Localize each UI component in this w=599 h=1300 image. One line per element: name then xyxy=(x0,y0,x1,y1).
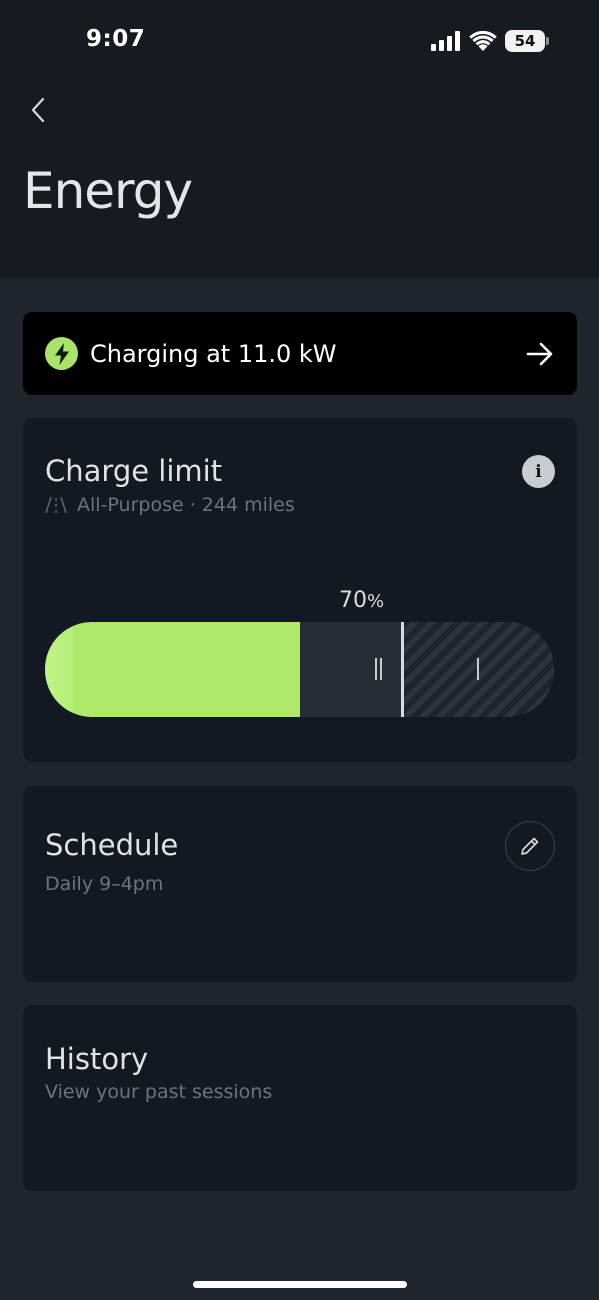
status-icons: 54 xyxy=(431,28,549,54)
info-button[interactable]: i xyxy=(522,455,555,488)
battery-icon: 54 xyxy=(505,30,549,52)
charging-banner[interactable]: Charging at 11.0 kW xyxy=(23,312,577,395)
road-icon xyxy=(45,496,67,514)
chevron-left-icon xyxy=(31,97,45,123)
charge-limit-card: Charge limit All-Purpose · 244 miles i 7… xyxy=(23,418,577,762)
history-subtitle: View your past sessions xyxy=(45,1081,273,1103)
arrow-right-icon xyxy=(526,342,553,365)
unavailable-range-hatch xyxy=(403,622,554,717)
limit-value: 70 xyxy=(339,588,367,613)
charge-limit-slider[interactable] xyxy=(45,622,554,717)
home-indicator[interactable] xyxy=(193,1281,407,1288)
header: 9:07 54 Energy xyxy=(0,0,599,278)
wifi-icon xyxy=(469,31,497,51)
limit-unit: % xyxy=(367,591,385,612)
status-time: 9:07 xyxy=(86,26,146,52)
status-bar: 9:07 54 xyxy=(0,0,599,80)
battery-level: 54 xyxy=(505,30,545,52)
info-icon: i xyxy=(535,461,542,482)
charging-status-text: Charging at 11.0 kW xyxy=(90,339,337,368)
history-title: History xyxy=(45,1042,149,1076)
battery-nub xyxy=(546,37,549,45)
back-button[interactable] xyxy=(24,94,52,126)
schedule-title: Schedule xyxy=(45,828,179,862)
grip-left-icon xyxy=(375,658,383,680)
edit-schedule-button[interactable] xyxy=(505,821,555,871)
schedule-card[interactable]: Schedule Daily 9–4pm xyxy=(23,786,577,982)
limit-percent-label: 70% xyxy=(339,588,384,613)
charge-limit-title: Charge limit xyxy=(45,454,223,488)
history-card[interactable]: History View your past sessions xyxy=(23,1005,577,1191)
schedule-subtitle: Daily 9–4pm xyxy=(45,873,164,895)
cellular-signal-icon xyxy=(431,31,460,51)
charge-limit-subtitle-row: All-Purpose · 244 miles xyxy=(45,494,295,516)
limit-handle[interactable] xyxy=(401,622,405,717)
pencil-icon xyxy=(521,837,539,855)
lightning-bolt-icon xyxy=(45,337,78,370)
page-title: Energy xyxy=(23,162,193,220)
grip-right-icon xyxy=(476,658,479,680)
current-charge-fill xyxy=(45,622,300,717)
charge-limit-subtitle: All-Purpose · 244 miles xyxy=(77,494,295,516)
